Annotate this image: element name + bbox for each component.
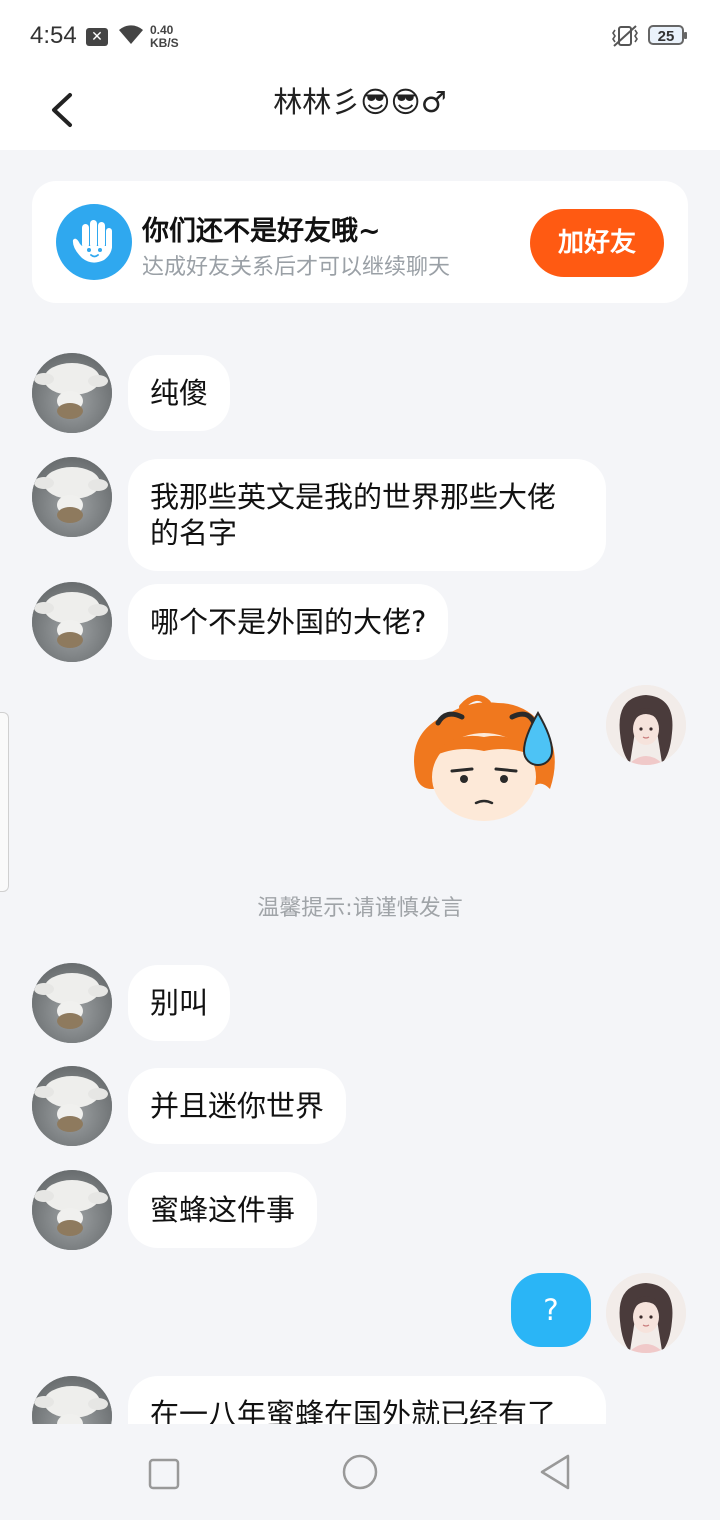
message-bubble[interactable]: 哪个不是外国的大佬?: [128, 584, 449, 660]
message-bubble[interactable]: 别叫: [128, 965, 231, 1041]
battery-icon: 25: [648, 25, 687, 45]
avatar[interactable]: [32, 457, 112, 537]
message-bubble[interactable]: 并且迷你世界: [128, 1068, 347, 1144]
triangle-back-icon[interactable]: [536, 1452, 576, 1496]
message-bubble[interactable]: 蜜蜂这件事: [128, 1172, 318, 1248]
safety-tip: 温馨提示:请谨慎发言: [257, 896, 463, 921]
my-message-bubble[interactable]: ?: [511, 1273, 591, 1347]
avatar[interactable]: [606, 685, 686, 765]
circle-home-icon[interactable]: [340, 1452, 380, 1496]
add-friend-card: 你们还不是好友哦~ 达成好友关系后才可以继续聊天 加好友: [32, 181, 688, 303]
avatar[interactable]: [32, 1066, 112, 1146]
wave-hand-icon: [56, 204, 132, 280]
status-time: 4:54: [30, 22, 77, 49]
avatar[interactable]: [606, 1273, 686, 1353]
message-row: 在一八年蜜蜂在国外就已经有了: [0, 1376, 720, 1424]
chat-header: 林林彡😎😎♂: [0, 72, 720, 150]
system-navigation-bar: [0, 1424, 720, 1520]
avatar[interactable]: [32, 963, 112, 1043]
square-recent-apps-icon[interactable]: [146, 1456, 182, 1496]
chat-title: 林林彡😎😎♂: [273, 85, 447, 119]
annoyed-character-sticker[interactable]: [402, 693, 566, 825]
avatar[interactable]: [32, 1376, 112, 1424]
vibrate-icon: [610, 24, 640, 52]
message-bubble[interactable]: 在一八年蜜蜂在国外就已经有了: [128, 1376, 606, 1424]
message-bubble[interactable]: 纯傻: [128, 355, 231, 431]
wifi-icon: [118, 24, 144, 50]
x-icon: ✕: [86, 28, 108, 46]
network-speed-unit: KB/S: [150, 36, 179, 50]
avatar[interactable]: [32, 353, 112, 433]
network-speed-value: 0.40: [150, 23, 174, 37]
not-friends-title: 你们还不是好友哦~: [142, 216, 381, 247]
not-friends-subtitle: 达成好友关系后才可以继续聊天: [142, 255, 451, 280]
edge-handle[interactable]: [0, 712, 9, 892]
avatar[interactable]: [32, 1170, 112, 1250]
message-bubble[interactable]: 我那些英文是我的世界那些大佬的名字: [128, 459, 606, 571]
status-bar: 4:54 ✕ 0.40 KB/S 25: [0, 0, 720, 72]
add-friend-button[interactable]: 加好友: [530, 209, 664, 277]
avatar[interactable]: [32, 582, 112, 662]
network-speed: 0.40 KB/S: [150, 24, 179, 50]
